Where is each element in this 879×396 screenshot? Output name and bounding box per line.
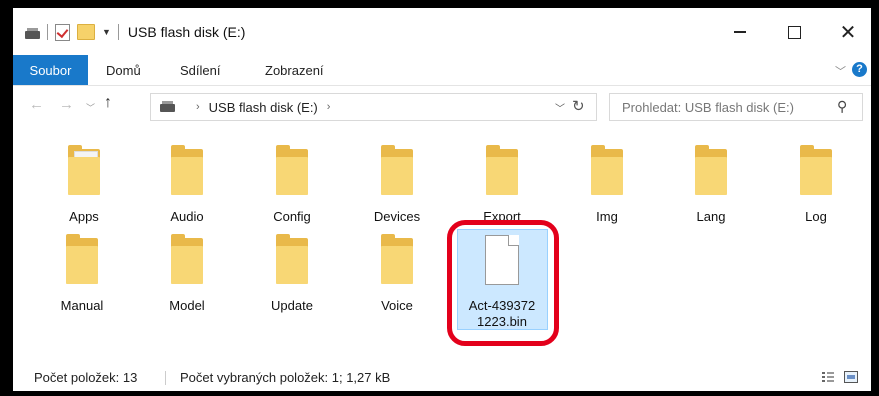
recent-locations-chevron-icon[interactable]: ﹀ [86,101,95,114]
folder-icon [165,143,209,199]
back-button[interactable]: ← [29,96,44,113]
item-label: Manual [60,298,104,313]
tab-view[interactable]: Zobrazení [265,55,324,85]
navigation-bar: ← → ﹀ ↑ › USB flash disk (E:) › ﹀ ↻ Proh… [13,86,871,131]
toolbar-divider [47,24,48,40]
item-label: Update [271,298,313,313]
folder-icon [480,143,524,199]
folder-item[interactable]: Model [137,232,237,314]
folder-item[interactable]: Manual [32,232,132,314]
window-title: USB flash disk (E:) [127,24,246,40]
toolbar-divider [117,24,119,40]
breadcrumb-chevron-icon[interactable]: › [327,101,331,113]
search-input[interactable]: Prohledat: USB flash disk (E:) ⚲ [609,93,863,121]
folder-icon [62,143,106,199]
item-label: Config [273,209,311,224]
forward-button[interactable]: → [59,96,74,113]
drive-icon [160,101,175,112]
details-view-icon[interactable] [822,372,834,383]
expand-ribbon-chevron-icon[interactable]: ﹀ [835,63,846,79]
tab-share[interactable]: Sdílení [180,55,220,85]
large-icons-view-icon[interactable] [844,371,858,383]
folder-item[interactable]: Devices [347,143,447,225]
ribbon-tabs: Soubor Domů Sdílení Zobrazení ﹀ ? [13,55,871,86]
item-label: Model [169,298,205,313]
item-label: Lang [696,209,726,224]
item-label: Apps [69,209,99,224]
status-divider [165,371,166,385]
status-bar: Počet položek: 13 Počet vybraných polože… [13,363,871,391]
folder-icon [689,143,733,199]
address-bar[interactable]: › USB flash disk (E:) › ﹀ ↻ [150,93,597,121]
folder-icon [165,232,209,288]
up-button[interactable]: ↑ [104,94,112,112]
search-icon[interactable]: ⚲ [837,98,847,115]
selected-info: Počet vybraných položek: 1; 1,27 kB [180,370,391,385]
minimize-button[interactable] [717,20,763,44]
item-label: Log [805,209,827,224]
maximize-button[interactable] [771,20,817,44]
folder-item[interactable]: Config [242,143,342,225]
tab-file[interactable]: Soubor [13,55,88,85]
file-explorer-window: ▼ USB flash disk (E:) ✕ Soubor Domů Sdíl… [13,8,871,391]
folder-item[interactable]: Voice [347,232,447,314]
folder-icon [270,143,314,199]
help-icon[interactable]: ? [852,62,867,77]
tab-home[interactable]: Domů [106,55,141,85]
folder-item[interactable]: Img [557,143,657,225]
drive-icon [25,28,40,39]
maximize-icon [787,25,801,39]
annotation-highlight-ring [447,220,559,346]
item-count: Počet položek: 13 [34,370,138,385]
properties-icon[interactable] [55,23,70,41]
item-label: Voice [381,298,413,313]
folder-item[interactable]: Lang [661,143,761,225]
item-label: Img [596,209,618,224]
folder-item[interactable]: Audio [137,143,237,225]
folder-item[interactable]: Update [242,232,342,314]
minimize-icon [734,31,746,33]
new-folder-icon[interactable] [77,24,95,40]
quick-access-toolbar: ▼ USB flash disk (E:) [25,22,245,42]
folder-icon [60,232,104,288]
folder-icon [270,232,314,288]
file-list: Apps Audio Config Devices Export Img Lan… [13,132,871,363]
title-bar: ▼ USB flash disk (E:) ✕ [13,8,871,55]
folder-icon [375,232,419,288]
address-history-chevron-icon[interactable]: ﹀ [555,100,565,115]
item-label: Audio [170,209,204,224]
folder-item[interactable]: Log [766,143,866,225]
breadcrumb-item-drive[interactable]: USB flash disk (E:) [209,100,318,115]
refresh-icon[interactable]: ↻ [572,97,585,115]
item-label: Devices [373,209,421,224]
folder-item[interactable]: Export [452,143,552,225]
customize-toolbar-dropdown-icon[interactable]: ▼ [102,27,111,37]
folder-icon [375,143,419,199]
search-placeholder: Prohledat: USB flash disk (E:) [622,99,794,115]
close-button[interactable]: ✕ [825,20,871,44]
folder-item[interactable]: Apps [34,143,134,225]
folder-icon [794,143,838,199]
folder-icon [585,143,629,199]
breadcrumb-chevron-icon[interactable]: › [196,101,200,113]
